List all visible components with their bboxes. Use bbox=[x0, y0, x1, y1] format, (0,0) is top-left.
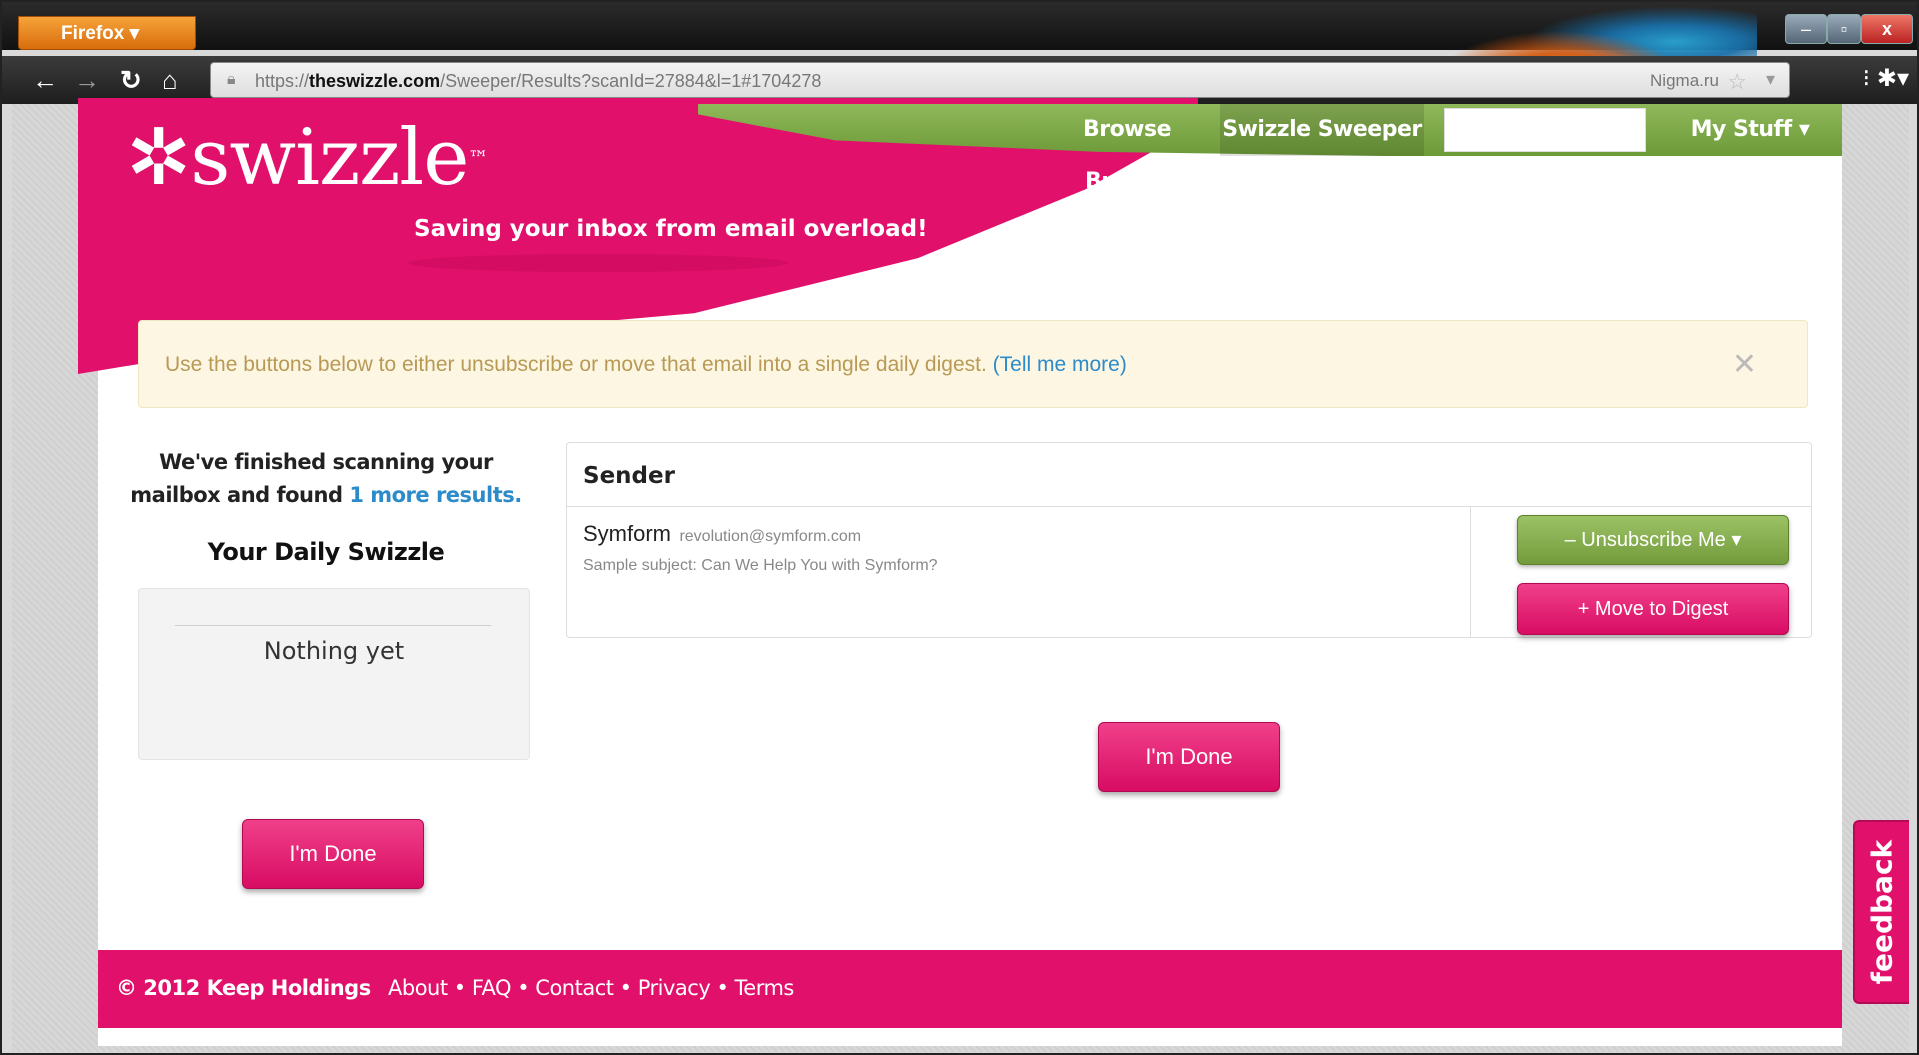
search-input[interactable] bbox=[1444, 108, 1646, 152]
copyright-text: © 2012 Keep Holdings bbox=[116, 976, 371, 1000]
tagline: Saving your inbox from email overload! bbox=[414, 216, 928, 242]
firefox-menu-button[interactable]: Firefox ▾ bbox=[18, 16, 196, 50]
bookmark-star-icon[interactable]: ☆ bbox=[1727, 69, 1747, 95]
footer-links: About • FAQ • Contact • Privacy • Terms bbox=[388, 976, 794, 1000]
addon-icon[interactable]: ⁝ ✱▾ bbox=[1863, 64, 1909, 93]
page-viewport: ✲swizzle™ Saving your inbox from email o… bbox=[12, 98, 1909, 1052]
feedback-tab[interactable]: feedback bbox=[1853, 820, 1909, 1004]
close-icon[interactable]: ✕ bbox=[1732, 347, 1757, 382]
forward-icon[interactable]: → bbox=[74, 66, 100, 94]
reload-icon[interactable]: ↻ bbox=[120, 66, 142, 94]
unsubscribe-button[interactable]: – Unsubscribe Me ▾ bbox=[1517, 515, 1789, 565]
navigation-toolbar: ← → ↻ ⌂ 🔒︎ https://theswizzle.com/Sweepe… bbox=[2, 56, 1917, 104]
footer: © 2012 Keep Holdings About • FAQ • Conta… bbox=[98, 950, 1842, 1028]
footer-link-faq[interactable]: FAQ bbox=[472, 976, 512, 1000]
home-icon[interactable]: ⌂ bbox=[162, 66, 178, 94]
minimize-button[interactable]: – bbox=[1785, 14, 1827, 44]
back-icon[interactable]: ← bbox=[32, 66, 58, 94]
sender-email: revolution@symform.com bbox=[679, 528, 862, 545]
title-bar: Firefox ▾ – ▫ x bbox=[2, 2, 1917, 102]
tell-me-more-link[interactable]: (Tell me more) bbox=[993, 353, 1127, 376]
sender-name: Symform bbox=[583, 521, 671, 546]
lock-icon: 🔒︎ bbox=[227, 71, 236, 88]
nav-my-stuff[interactable]: My Stuff ▾ bbox=[1658, 104, 1842, 156]
nav-browse-brands[interactable]: Browse Brands bbox=[1038, 104, 1216, 194]
results-table: Sender Symform revolution@symform.com Sa… bbox=[566, 442, 1812, 638]
im-done-button-sidebar[interactable]: I'm Done bbox=[242, 819, 424, 889]
sample-subject: Sample subject: Can We Help You with Sym… bbox=[583, 557, 938, 574]
address-bar[interactable]: 🔒︎ https://theswizzle.com/Sweeper/Result… bbox=[210, 62, 1790, 98]
url-scheme: https:// bbox=[255, 71, 310, 91]
im-done-button[interactable]: I'm Done bbox=[1098, 722, 1280, 792]
divider bbox=[175, 625, 491, 626]
sender-cell: Symform revolution@symform.com Sample su… bbox=[567, 507, 1471, 637]
swizzle-logo[interactable]: ✲swizzle™ bbox=[126, 118, 488, 198]
empty-state-text: Nothing yet bbox=[263, 637, 405, 665]
more-results-link[interactable]: 1 more results. bbox=[349, 483, 522, 507]
daily-swizzle-box: Nothing yet bbox=[138, 588, 530, 760]
url-path: /Sweeper/Results?scanId=27884&l=1#170427… bbox=[440, 71, 822, 91]
header-swoosh bbox=[408, 254, 788, 272]
info-alert: Use the buttons below to either unsubscr… bbox=[138, 320, 1808, 408]
maximize-button[interactable]: ▫ bbox=[1827, 14, 1861, 44]
nav-swizzle-sweeper[interactable]: Swizzle Sweeper bbox=[1220, 104, 1424, 156]
close-window-button[interactable]: x bbox=[1861, 14, 1913, 44]
url-dropdown-icon[interactable]: ▾ bbox=[1766, 69, 1775, 90]
alert-message: Use the buttons below to either unsubscr… bbox=[165, 353, 987, 376]
url-domain: theswizzle.com bbox=[309, 71, 441, 91]
table-row: Symform revolution@symform.com Sample su… bbox=[567, 507, 1811, 637]
footer-link-privacy[interactable]: Privacy bbox=[638, 976, 711, 1000]
search-engine-label[interactable]: Nigma.ru bbox=[1650, 71, 1719, 91]
footer-link-contact[interactable]: Contact bbox=[535, 976, 614, 1000]
daily-swizzle-heading: Your Daily Swizzle bbox=[207, 538, 445, 566]
move-to-digest-button[interactable]: + Move to Digest bbox=[1517, 583, 1789, 635]
column-header-sender: Sender bbox=[567, 443, 1811, 507]
swizzle-page: ✲swizzle™ Saving your inbox from email o… bbox=[78, 98, 1842, 1046]
browser-window: Firefox ▾ – ▫ x ← → ↻ ⌂ 🔒︎ https://thesw… bbox=[0, 0, 1919, 1055]
scan-summary: We've finished scanning your mailbox and… bbox=[130, 450, 522, 507]
footer-link-about[interactable]: About bbox=[388, 976, 448, 1000]
footer-link-terms[interactable]: Terms bbox=[735, 976, 795, 1000]
